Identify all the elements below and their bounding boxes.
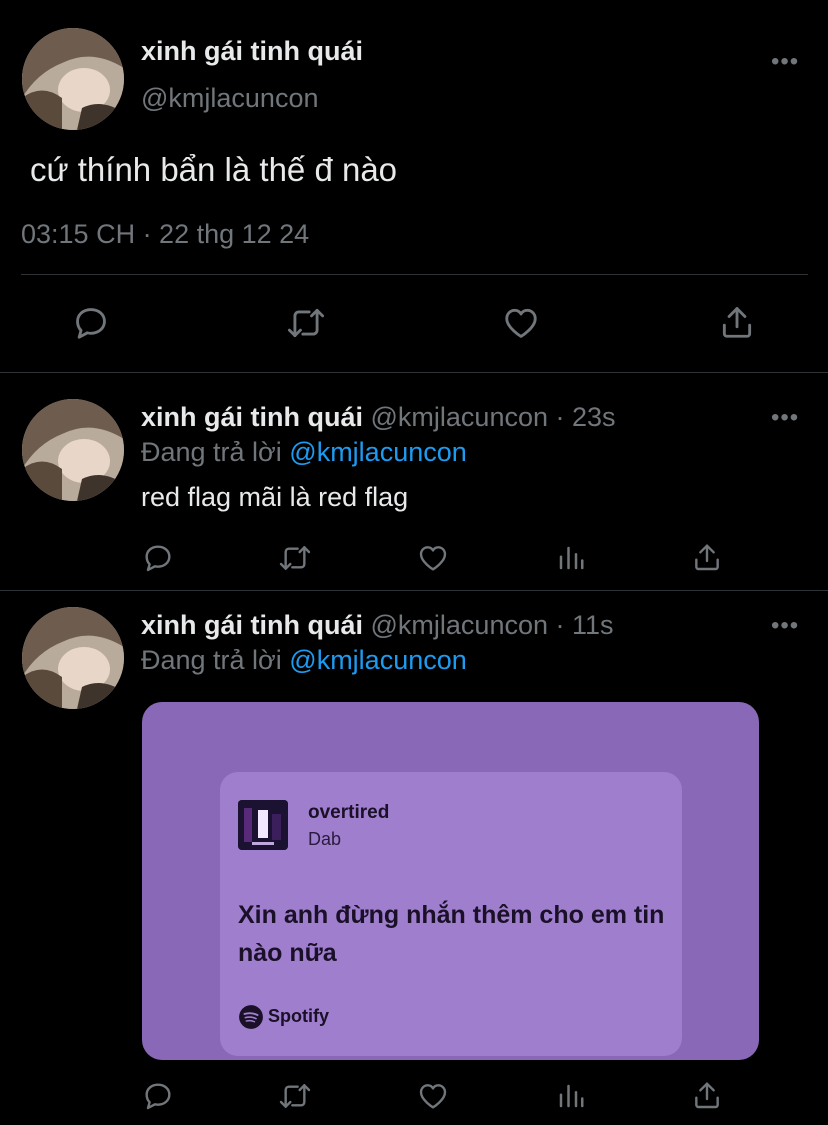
artist-name: Dab <box>308 829 342 849</box>
analytics-icon[interactable] <box>556 1080 586 1112</box>
handle-meta[interactable]: @kmjlacuncon · 11s <box>371 610 614 640</box>
replying-prefix: Đang trả lời <box>141 645 282 675</box>
avatar[interactable] <box>22 399 124 501</box>
more-options-icon[interactable]: ••• <box>771 48 799 76</box>
more-options-icon[interactable]: ••• <box>771 404 799 432</box>
spotify-icon <box>238 1004 264 1030</box>
replying-to: Đang trả lời @kmjlacuncon <box>141 645 467 676</box>
lyric-text: Xin anh đừng nhắn thêm cho em tin nào nữ… <box>238 901 665 967</box>
share-icon[interactable] <box>691 1078 723 1112</box>
handle-meta[interactable]: @kmjlacuncon · 23s <box>371 402 616 432</box>
retweet-icon[interactable] <box>277 1080 313 1112</box>
display-name[interactable]: xinh gái tinh quái <box>141 402 363 432</box>
reply-header: xinh gái tinh quái @kmjlacuncon · 23s <box>141 402 616 433</box>
lyric-card: overtired Dab Xin anh đừng nhắn thêm cho… <box>220 772 682 1056</box>
like-icon[interactable] <box>416 1080 450 1112</box>
share-icon[interactable] <box>691 540 723 574</box>
song-title: overtired <box>308 802 390 823</box>
replying-prefix: Đang trả lời <box>141 437 282 467</box>
avatar[interactable] <box>22 28 124 130</box>
spotify-logo: Spotify <box>268 1006 329 1026</box>
mention-link[interactable]: @kmjlacuncon <box>289 645 466 675</box>
replying-to: Đang trả lời @kmjlacuncon <box>141 437 467 468</box>
retweet-icon[interactable] <box>285 304 327 342</box>
handle[interactable]: @kmjlacuncon <box>141 83 318 114</box>
analytics-icon[interactable] <box>556 542 586 574</box>
reply-icon[interactable] <box>72 304 110 342</box>
like-icon[interactable] <box>416 542 450 574</box>
like-icon[interactable] <box>501 304 541 342</box>
display-name[interactable]: xinh gái tinh quái <box>141 36 363 67</box>
display-name[interactable]: xinh gái tinh quái <box>141 610 363 640</box>
divider <box>0 372 828 373</box>
divider <box>21 274 808 275</box>
tweet-text: cứ thính bẩn là thế đ nào <box>30 151 398 188</box>
share-icon[interactable] <box>718 302 756 342</box>
divider <box>0 590 828 591</box>
album-art <box>238 800 288 850</box>
tweet-text: red flag mãi là red flag <box>141 482 409 512</box>
timestamp[interactable]: 03:15 CH · 22 thg 12 24 <box>21 219 309 250</box>
reply-icon[interactable] <box>142 1080 174 1112</box>
attached-image[interactable]: overtired Dab Xin anh đừng nhắn thêm cho… <box>142 702 759 1060</box>
more-options-icon[interactable]: ••• <box>771 612 799 640</box>
mention-link[interactable]: @kmjlacuncon <box>289 437 466 467</box>
retweet-icon[interactable] <box>277 542 313 574</box>
reply-icon[interactable] <box>142 542 174 574</box>
avatar[interactable] <box>22 607 124 709</box>
reply-header: xinh gái tinh quái @kmjlacuncon · 11s <box>141 610 614 641</box>
